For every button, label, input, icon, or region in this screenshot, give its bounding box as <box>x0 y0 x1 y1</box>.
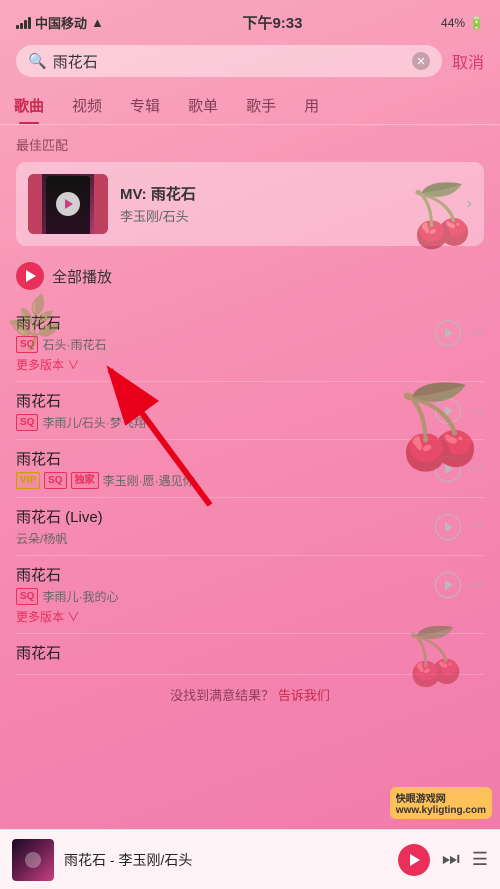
play-all-label: 全部播放 <box>52 266 112 287</box>
song-play-button-0[interactable] <box>435 320 461 346</box>
song-more-button-2[interactable]: ··· <box>469 458 484 479</box>
more-version-4[interactable]: 更多版本 ∨ <box>16 608 484 625</box>
player-title: 雨花石 - 李玉刚/石头 <box>64 850 388 870</box>
song-item-partial[interactable]: 雨花石 <box>16 634 484 675</box>
tab-videos[interactable]: 视频 <box>58 87 116 124</box>
bottom-player: 雨花石 - 李玉刚/石头 ⏭ ☰ <box>0 829 500 889</box>
song-title-0: 雨花石 <box>16 312 435 333</box>
song-item-2[interactable]: 雨花石 VIP SQ 独家 李玉刚·愿·遇见你 ··· <box>16 440 484 498</box>
song-meta-4: SQ 李雨儿·我的心 <box>16 588 435 605</box>
player-next-button[interactable]: ⏭ <box>442 848 460 871</box>
song-play-button-3[interactable] <box>435 514 461 540</box>
song-artist-4: 李雨儿·我的心 <box>42 588 118 605</box>
not-found-section: 没找到满意结果？ 告诉我们 <box>16 675 484 714</box>
song-controls-2: ··· <box>435 456 484 482</box>
player-info: 雨花石 - 李玉刚/石头 <box>64 850 388 870</box>
song-play-button-2[interactable] <box>435 456 461 482</box>
player-list-button[interactable]: ☰ <box>472 849 488 870</box>
wifi-icon: ▲ <box>91 15 104 30</box>
badge-sq-4: SQ <box>16 588 38 605</box>
battery-info: 44% 🔋 <box>441 16 484 30</box>
not-found-link[interactable]: 告诉我们 <box>278 688 330 703</box>
best-match-title: MV: 雨花石 <box>120 183 455 204</box>
status-time: 下午9:33 <box>242 12 302 33</box>
song-main-3: 雨花石 (Live) 云朵/杨帆 <box>16 506 435 547</box>
song-more-button-3[interactable]: ··· <box>469 516 484 537</box>
badge-sq-2: SQ <box>44 472 66 489</box>
section-title-best-match: 最佳匹配 <box>16 135 484 154</box>
carrier-label: 中国移动 <box>35 13 87 32</box>
search-input-wrap[interactable]: 🔍 ✕ <box>16 45 442 77</box>
song-item-4[interactable]: 雨花石 SQ 李雨儿·我的心 ··· 更多版本 ∨ <box>16 556 484 634</box>
signal-icon <box>16 17 31 29</box>
song-meta-0: SQ 石头·雨花石 <box>16 336 435 353</box>
player-thumbnail <box>12 839 54 881</box>
search-input[interactable] <box>53 53 406 70</box>
song-more-button-0[interactable]: ··· <box>469 322 484 343</box>
content-area: 最佳匹配 MV: 雨花石 李玉刚/石头 › 全部播放 雨花石 SQ 石头·雨花石 <box>0 125 500 824</box>
battery-label: 44% <box>441 16 465 30</box>
play-all-icon <box>16 262 44 290</box>
song-controls-4: ··· <box>435 572 484 598</box>
song-controls-3: ··· <box>435 514 484 540</box>
song-main-partial: 雨花石 <box>16 642 484 666</box>
search-bar: 🔍 ✕ 取消 <box>0 39 500 83</box>
best-match-info: MV: 雨花石 李玉刚/石头 <box>120 183 455 225</box>
song-meta-2: VIP SQ 独家 李玉刚·愿·遇见你 <box>16 472 435 489</box>
song-title-3: 雨花石 (Live) <box>16 506 435 527</box>
song-play-button-1[interactable] <box>435 398 461 424</box>
song-item-0[interactable]: 雨花石 SQ 石头·雨花石 ··· 更多版本 ∨ <box>16 304 484 382</box>
cancel-button[interactable]: 取消 <box>452 49 484 73</box>
song-meta-1: SQ 李雨儿/石头·梦飞翔 <box>16 414 435 431</box>
song-title-2: 雨花石 <box>16 448 435 469</box>
song-item-3[interactable]: 雨花石 (Live) 云朵/杨帆 ··· <box>16 498 484 556</box>
song-play-button-4[interactable] <box>435 572 461 598</box>
song-meta-3: 云朵/杨帆 <box>16 530 435 547</box>
play-all-button[interactable]: 全部播放 <box>16 262 484 290</box>
best-match-subtitle: 李玉刚/石头 <box>120 206 455 225</box>
badge-sq-0: SQ <box>16 336 38 353</box>
not-found-text: 没找到满意结果？ <box>170 688 274 703</box>
more-version-0[interactable]: 更多版本 ∨ <box>16 356 484 373</box>
watermark-site: 快眼游戏网 <box>396 790 486 805</box>
tab-albums[interactable]: 专辑 <box>116 87 174 124</box>
song-main-4: 雨花石 SQ 李雨儿·我的心 <box>16 564 435 605</box>
best-match-thumbnail <box>28 174 108 234</box>
tab-bar: 歌曲 视频 专辑 歌单 歌手 用 <box>0 83 500 125</box>
song-controls-1: ··· <box>435 398 484 424</box>
player-controls: ⏭ ☰ <box>398 844 488 876</box>
badge-sq-1: SQ <box>16 414 38 431</box>
song-title-4: 雨花石 <box>16 564 435 585</box>
song-title-1: 雨花石 <box>16 390 435 411</box>
carrier-info: 中国移动 ▲ <box>16 13 104 32</box>
song-main-2: 雨花石 VIP SQ 独家 李玉刚·愿·遇见你 <box>16 448 435 489</box>
search-clear-button[interactable]: ✕ <box>412 52 430 70</box>
song-main-0: 雨花石 SQ 石头·雨花石 <box>16 312 435 353</box>
watermark: 快眼游戏网 www.kyligting.com <box>390 787 492 819</box>
badge-solo-2: 独家 <box>71 472 99 489</box>
tab-artists[interactable]: 歌手 <box>232 87 290 124</box>
song-controls-0: ··· <box>435 320 484 346</box>
song-title-partial: 雨花石 <box>16 642 484 663</box>
song-item-1[interactable]: 雨花石 SQ 李雨儿/石头·梦飞翔 ··· <box>16 382 484 440</box>
song-artist-0: 石头·雨花石 <box>42 336 106 353</box>
song-main-1: 雨花石 SQ 李雨儿/石头·梦飞翔 <box>16 390 435 431</box>
song-more-button-4[interactable]: ··· <box>469 574 484 595</box>
song-artist-2: 李玉刚·愿·遇见你 <box>103 472 195 489</box>
player-play-button[interactable] <box>398 844 430 876</box>
tab-songs[interactable]: 歌曲 <box>0 87 58 124</box>
song-artist-3: 云朵/杨帆 <box>16 530 67 547</box>
watermark-url: www.kyligting.com <box>396 805 486 816</box>
tab-more[interactable]: 用 <box>290 87 333 124</box>
badge-vip-2: VIP <box>16 472 40 489</box>
song-artist-1: 李雨儿/石头·梦飞翔 <box>42 414 145 431</box>
battery-icon: 🔋 <box>469 16 484 30</box>
chevron-right-icon: › <box>467 195 472 213</box>
tab-playlists[interactable]: 歌单 <box>174 87 232 124</box>
best-match-card[interactable]: MV: 雨花石 李玉刚/石头 › <box>16 162 484 246</box>
search-icon: 🔍 <box>28 52 47 70</box>
song-more-button-1[interactable]: ··· <box>469 400 484 421</box>
status-bar: 中国移动 ▲ 下午9:33 44% 🔋 <box>0 0 500 39</box>
